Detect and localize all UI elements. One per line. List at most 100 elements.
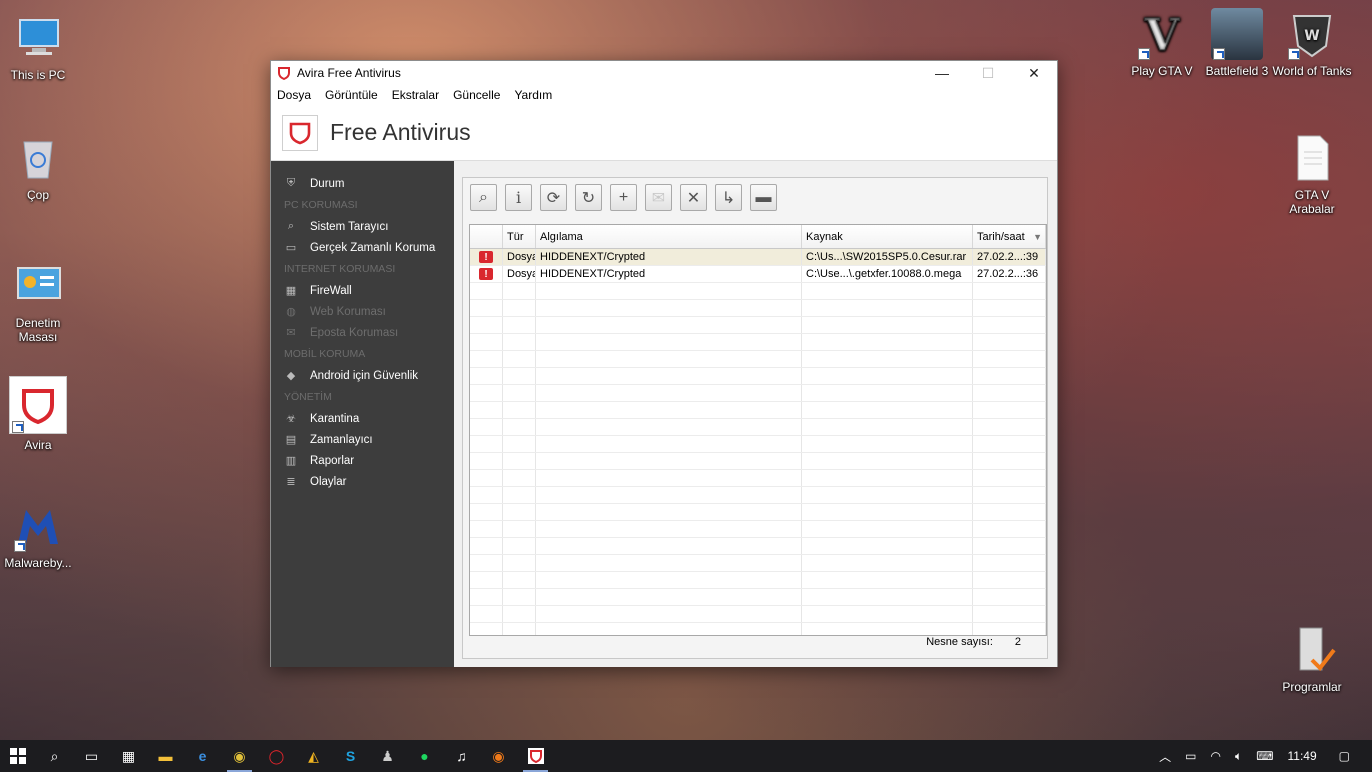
folder-icon: ▬ xyxy=(755,188,772,206)
minimize-button[interactable]: — xyxy=(919,61,965,85)
character-icon: ♟ xyxy=(381,747,394,764)
empty-cell xyxy=(973,436,1046,452)
keyboard-icon[interactable]: ⌨ xyxy=(1256,749,1273,763)
start-button[interactable] xyxy=(0,740,36,772)
menu-dosya[interactable]: Dosya xyxy=(277,88,311,102)
desktop-icon-programlar[interactable]: Programlar xyxy=(1272,624,1352,694)
sidebar-item-system-scanner[interactable]: ⌕ Sistem Tarayıcı xyxy=(271,216,454,237)
sidebar-item-reports[interactable]: ▥ Raporlar xyxy=(271,450,454,471)
taskbar: ⌕ ▭ ▦ ▬ e ◉ ◯ ◭ S ♟ ● ♫ ◉ ︿ ▭ ◠ 🔈︎ ⌨ 11:… xyxy=(0,740,1372,772)
recycle-bin-icon xyxy=(12,132,64,184)
info-button[interactable]: i xyxy=(505,184,532,211)
avira-logo-icon xyxy=(282,114,318,151)
empty-cell xyxy=(802,368,973,384)
app-button-yellow[interactable]: ◭ xyxy=(295,740,332,772)
column-header-type[interactable]: Tür xyxy=(503,225,536,248)
menu-yardim[interactable]: Yardım xyxy=(514,88,552,102)
menu-goruntule[interactable]: Görüntüle xyxy=(325,88,378,102)
empty-cell xyxy=(536,623,802,635)
empty-cell xyxy=(470,504,503,520)
table-row[interactable]: ! Dosya HIDDENEXT/Crypted C:\Use...\.get… xyxy=(470,266,1046,283)
empty-cell xyxy=(470,436,503,452)
world-of-tanks-icon: W xyxy=(1286,8,1338,60)
avira-app-icon xyxy=(278,67,290,80)
scan-button[interactable]: ⌕ xyxy=(470,184,497,211)
close-button[interactable]: ✕ xyxy=(1011,61,1057,85)
empty-cell xyxy=(536,521,802,537)
rescan-button[interactable]: ⟳ xyxy=(540,184,567,211)
title-bar[interactable]: Avira Free Antivirus — ☐ ✕ xyxy=(271,61,1057,85)
column-header-detection[interactable]: Algılama xyxy=(536,225,802,248)
control-panel-icon xyxy=(12,260,64,312)
monitor-icon: ▭ xyxy=(285,242,297,254)
sidebar-item-quarantine[interactable]: ☣ Karantina xyxy=(271,408,454,429)
chevron-up-icon[interactable]: ︿ xyxy=(1159,748,1171,765)
row-source: C:\Use...\.getxfer.10088.0.mega xyxy=(802,266,973,282)
maximize-button[interactable]: ☐ xyxy=(965,61,1011,85)
desktop-icon-malwarebytes[interactable]: Malwareby... xyxy=(0,500,78,570)
task-view-button[interactable]: ▭ xyxy=(73,740,110,772)
desktop-icon-gta-v[interactable]: V Play GTA V xyxy=(1122,8,1202,79)
empty-table-row xyxy=(470,283,1046,300)
sidebar-item-realtime[interactable]: ▭ Gerçek Zamanlı Koruma xyxy=(271,237,454,258)
desktop-icon-battlefield-3[interactable]: Battlefield 3 xyxy=(1197,8,1277,78)
column-header-icon[interactable] xyxy=(470,225,503,248)
store-button[interactable]: ▦ xyxy=(110,740,147,772)
task-view-icon: ▭ xyxy=(84,747,99,764)
delete-button[interactable]: ✕ xyxy=(680,184,707,211)
empty-cell xyxy=(802,385,973,401)
desktop-icon-this-pc[interactable]: This is PC xyxy=(0,12,78,82)
empty-cell xyxy=(973,555,1046,571)
sidebar-section-mobile: MOBİL KORUMA xyxy=(284,348,366,360)
row-type: Dosya xyxy=(503,249,536,265)
empty-cell xyxy=(802,623,973,635)
origin-button[interactable]: ◉ xyxy=(480,740,517,772)
clock[interactable]: 11:49 xyxy=(1288,749,1317,763)
open-folder-button[interactable]: ▬ xyxy=(750,184,777,211)
file-explorer-button[interactable]: ▬ xyxy=(147,740,184,772)
calendar-icon: ▤ xyxy=(285,434,297,446)
spotify-button[interactable]: ● xyxy=(406,740,443,772)
empty-table-row xyxy=(470,538,1046,555)
edge-button[interactable]: e xyxy=(184,740,221,772)
restore-to-button[interactable]: ↳ xyxy=(715,184,742,211)
restore-button[interactable]: ↻ xyxy=(575,184,602,211)
windows-icon xyxy=(10,748,26,764)
empty-cell xyxy=(973,572,1046,588)
itunes-button[interactable]: ♫ xyxy=(443,740,480,772)
add-button[interactable]: + xyxy=(610,184,637,211)
opera-button[interactable]: ◯ xyxy=(258,740,295,772)
skype-button[interactable]: S xyxy=(332,740,369,772)
sidebar-item-scheduler[interactable]: ▤ Zamanlayıcı xyxy=(271,429,454,450)
search-button[interactable]: ⌕ xyxy=(36,740,73,772)
app-button-character[interactable]: ♟ xyxy=(369,740,406,772)
battery-icon[interactable]: ▭ xyxy=(1185,749,1196,763)
sidebar-item-events[interactable]: ≣ Olaylar xyxy=(271,471,454,492)
sidebar-item-android[interactable]: ◆ Android için Güvenlik xyxy=(271,365,454,386)
volume-icon[interactable]: 🔈︎ xyxy=(1235,749,1242,764)
column-header-date[interactable]: Tarih/saat ▼ xyxy=(973,225,1046,248)
menu-guncelle[interactable]: Güncelle xyxy=(453,88,500,102)
empty-cell xyxy=(536,368,802,384)
sidebar-item-firewall[interactable]: ▦ FireWall xyxy=(271,280,454,301)
table-row[interactable]: ! Dosya HIDDENEXT/Crypted C:\Us...\SW201… xyxy=(470,249,1046,266)
shortcut-arrow-icon xyxy=(1288,48,1300,60)
warning-app-icon: ◭ xyxy=(308,747,319,764)
sidebar-item-status[interactable]: ⛨ Durum xyxy=(271,173,454,194)
table-header: Tür Algılama Kaynak Tarih/saat ▼ xyxy=(470,225,1046,249)
menu-ekstralar[interactable]: Ekstralar xyxy=(392,88,439,102)
chrome-button[interactable]: ◉ xyxy=(221,740,258,772)
empty-cell xyxy=(503,283,536,299)
notification-icon[interactable]: ▢ xyxy=(1339,749,1350,763)
desktop-icon-control-panel[interactable]: Denetim Masası xyxy=(0,260,78,344)
desktop-icon-avira[interactable]: Avira xyxy=(0,376,78,452)
column-header-source[interactable]: Kaynak xyxy=(802,225,973,248)
desktop-icon-label: Programlar xyxy=(1282,680,1342,694)
desktop-icon-world-of-tanks[interactable]: W World of Tanks xyxy=(1272,8,1352,78)
row-date: 27.02.2...:36 xyxy=(973,266,1046,282)
avira-taskbar-button[interactable] xyxy=(517,740,554,772)
desktop-icon-recycle-bin[interactable]: Çop xyxy=(0,132,78,202)
empty-table-row xyxy=(470,385,1046,402)
desktop-icon-gta-v-arabalar[interactable]: GTA V Arabalar xyxy=(1272,132,1352,216)
wifi-icon[interactable]: ◠ xyxy=(1211,749,1221,763)
